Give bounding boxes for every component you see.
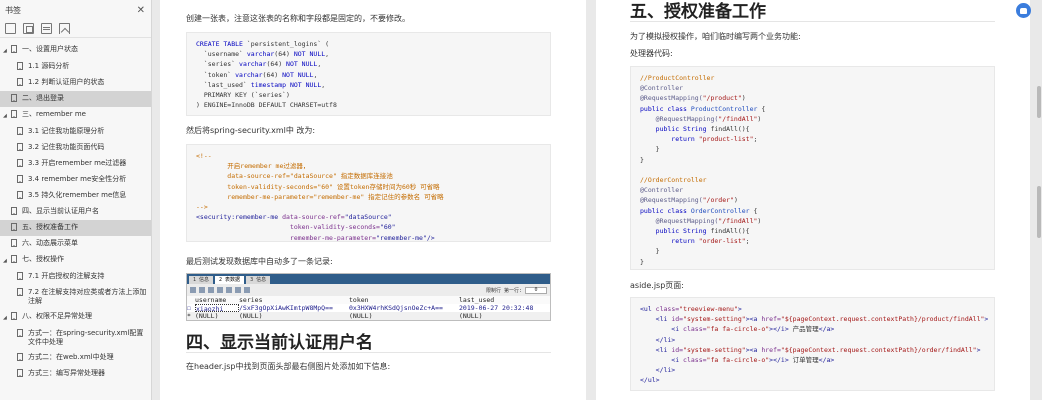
db-page-field: 0 (525, 286, 547, 294)
bookmark-icon (17, 159, 23, 167)
expanded-arrow-icon[interactable]: ◢ (3, 110, 11, 121)
expanded-arrow-icon[interactable]: ◢ (3, 45, 11, 56)
bookmark-item[interactable]: 方式三：编写异常处理器 (0, 366, 151, 382)
bookmark-icon (17, 143, 23, 151)
db-tabs: 1 信息 2 表数据 3 信息 (187, 274, 550, 284)
sidebar-header: 书签 ✕ (0, 0, 151, 20)
bookmark-icon (17, 175, 23, 183)
bookmark-icon (17, 191, 23, 199)
bookmark-icon (17, 127, 23, 135)
db-null-row: * (NULL) (NULL) (NULL) (NULL) (187, 312, 483, 320)
document-page-right: 五、授权准备工作 为了模拟授权操作，咱们临时编写两个业务功能: 处理器代码: /… (596, 0, 1030, 400)
db-tab-info: 1 信息 (189, 276, 214, 284)
section5-intro: 为了模拟授权操作，咱们临时编写两个业务功能: (630, 32, 801, 41)
db-tab-info2: 3 信息 (246, 276, 271, 284)
bookmark-item[interactable]: 3.2 记住我功能页面代码 (0, 140, 151, 156)
heading-underline (630, 21, 995, 22)
java-code-block: //ProductController @Controller @Request… (630, 66, 995, 270)
processor-label: 处理器代码: (630, 49, 673, 58)
bookmark-item[interactable]: 3.5 持久化remember me信息 (0, 188, 151, 204)
bookmark-item[interactable]: 二、退出登录 (0, 91, 151, 107)
bookmark-icon (11, 223, 17, 231)
section4-heading: 四、显示当前认证用户名 (186, 333, 373, 353)
section5-heading: 五、授权准备工作 (630, 2, 766, 22)
bookmark-item[interactable]: 方式一：在spring-security.xml配置文件中处理 (0, 326, 151, 350)
db-limit-label: 限制行 第一行: (485, 287, 522, 294)
sidebar-toolbar (0, 20, 151, 38)
xml-caption-text: 然后将spring-security.xml中 改为: (186, 126, 316, 135)
bookmark-icon (17, 329, 23, 337)
db-tab-data: 2 表数据 (215, 276, 245, 284)
expand-all-icon[interactable] (5, 23, 16, 34)
bookmark-icon (11, 110, 17, 118)
scrollbar-thumb[interactable] (1037, 186, 1041, 238)
bookmark-item[interactable]: 1.1 源码分析 (0, 59, 151, 75)
database-screenshot: 1 信息 2 表数据 3 信息 限制行 第一行: 0 username seri… (186, 273, 551, 321)
table-intro-text: 创建一张表，注意这张表的名称和字段都是固定的，不要修改。 (186, 14, 410, 23)
bookmark-item[interactable]: 四、显示当前认证用户名 (0, 204, 151, 220)
bookmark-item[interactable]: 3.1 记住我功能原理分析 (0, 124, 151, 140)
bookmark-icon (17, 288, 23, 296)
bookmark-icon (11, 207, 17, 215)
scrollbar-thumb[interactable] (1037, 86, 1041, 118)
expanded-arrow-icon[interactable]: ◢ (3, 255, 11, 266)
db-caption-text: 最后测试发现数据库中自动多了一条记录: (186, 257, 333, 266)
bookmark-icon (11, 239, 17, 247)
bookmark-item[interactable]: 3.3 开启remember me过滤器 (0, 156, 151, 172)
db-header-row: username series token last_used (187, 296, 550, 304)
bookmark-icon (11, 45, 17, 53)
collapse-all-icon[interactable] (23, 23, 34, 34)
bookmark-item[interactable]: 7.2 在注解支持对应类或者方法上添加注解 (0, 285, 151, 309)
bookmark-item[interactable]: ◢ 一、设置用户状态 (0, 42, 151, 59)
bookmark-item[interactable]: 1.2 判断认证用户的状态 (0, 75, 151, 91)
aside-label: aside.jsp页面: (630, 281, 684, 290)
close-icon[interactable]: ✕ (137, 5, 145, 16)
bookmark-tree: ◢ 一、设置用户状态 1.1 源码分析 1.2 判断认证用户的状态 二、退出登录 … (0, 38, 151, 382)
section4-text: 在header.jsp中找到页面头部最右侧图片处添加如下信息: (186, 362, 391, 371)
bookmark-item[interactable]: 3.4 remember me安全性分析 (0, 172, 151, 188)
bookmark-list-icon[interactable] (41, 23, 52, 34)
expanded-arrow-icon[interactable]: ◢ (3, 312, 11, 323)
bookmark-icon (11, 94, 17, 102)
bookmarks-sidebar: 书签 ✕ ◢ 一、设置用户状态 1.1 源码分析 1.2 判断认证用户的状态 二、… (0, 0, 152, 400)
user-avatar[interactable] (1016, 3, 1031, 18)
db-toolbar: 限制行 第一行: 0 (187, 284, 550, 296)
pdf-reader: 书签 ✕ ◢ 一、设置用户状态 1.1 源码分析 1.2 判断认证用户的状态 二、… (0, 0, 1042, 400)
bookmark-icon (11, 312, 17, 320)
bookmark-item[interactable]: ◢ 七、授权操作 (0, 252, 151, 269)
bookmark-icon (17, 369, 23, 377)
add-bookmark-icon[interactable] (59, 23, 70, 34)
bookmark-item[interactable]: ◢ 三、remember me (0, 107, 151, 124)
bookmark-item[interactable]: ◢ 八、权限不足异常处理 (0, 309, 151, 326)
bookmark-icon (11, 255, 17, 263)
sidebar-title: 书签 (5, 5, 21, 15)
heading-underline (186, 352, 551, 353)
bookmark-icon (17, 78, 23, 86)
bookmark-item[interactable]: 六、动态展示菜单 (0, 236, 151, 252)
bookmark-icon (17, 62, 23, 70)
bookmark-item[interactable]: 五、授权准备工作 (0, 220, 151, 236)
db-pager: 限制行 第一行: 0 (485, 286, 547, 294)
document-page-left: 创建一张表，注意这张表的名称和字段都是固定的，不要修改。 CREATE TABL… (160, 0, 586, 400)
bookmark-icon (17, 353, 23, 361)
sql-code-block: CREATE TABLE `persistent_logins` ( `user… (186, 32, 551, 116)
bookmark-item[interactable]: 方式二：在web.xml中处理 (0, 350, 151, 366)
db-toolbar-icons (190, 287, 250, 293)
xml-code-block: <!-- 开启remember me过滤器， data-source-ref="… (186, 144, 551, 242)
html-code-block: <ul class="treeview-menu"> <li id="syste… (630, 297, 995, 391)
bookmark-icon (17, 272, 23, 280)
db-data-row: ☐ xiaozhi /SxF3gOpXiAwKImtpW8MpQ== 0x3HX… (187, 304, 550, 313)
bookmark-item[interactable]: 7.1 开启授权的注解支持 (0, 269, 151, 285)
